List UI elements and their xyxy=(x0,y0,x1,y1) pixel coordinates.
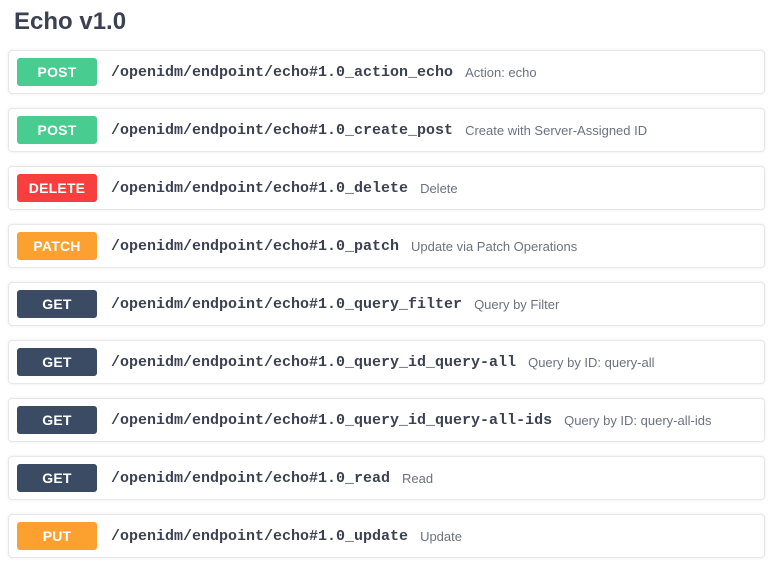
operation-path: /openidm/endpoint/echo#1.0_create_post xyxy=(111,122,453,139)
operation-description: Action: echo xyxy=(465,65,537,80)
operation-path: /openidm/endpoint/echo#1.0_query_filter xyxy=(111,296,462,313)
operation-row[interactable]: GET /openidm/endpoint/echo#1.0_query_fil… xyxy=(8,282,765,326)
operation-description: Update via Patch Operations xyxy=(411,239,577,254)
operation-row[interactable]: PATCH /openidm/endpoint/echo#1.0_patch U… xyxy=(8,224,765,268)
operation-row[interactable]: GET /openidm/endpoint/echo#1.0_query_id_… xyxy=(8,340,765,384)
method-badge: GET xyxy=(17,348,97,376)
operation-path: /openidm/endpoint/echo#1.0_query_id_quer… xyxy=(111,354,516,371)
operation-row[interactable]: POST /openidm/endpoint/echo#1.0_create_p… xyxy=(8,108,765,152)
operation-description: Create with Server-Assigned ID xyxy=(465,123,647,138)
method-badge: PUT xyxy=(17,522,97,550)
operation-description: Update xyxy=(420,529,462,544)
operation-description: Delete xyxy=(420,181,458,196)
method-badge: PATCH xyxy=(17,232,97,260)
method-badge: GET xyxy=(17,406,97,434)
operations-list: POST /openidm/endpoint/echo#1.0_action_e… xyxy=(0,50,773,558)
section-header[interactable]: Echo v1.0 xyxy=(0,0,773,50)
operation-row[interactable]: GET /openidm/endpoint/echo#1.0_read Read xyxy=(8,456,765,500)
operation-row[interactable]: PUT /openidm/endpoint/echo#1.0_update Up… xyxy=(8,514,765,558)
operation-description: Query by ID: query-all-ids xyxy=(564,413,711,428)
section-title: Echo v1.0 xyxy=(14,8,126,35)
operation-path: /openidm/endpoint/echo#1.0_read xyxy=(111,470,390,487)
operation-path: /openidm/endpoint/echo#1.0_action_echo xyxy=(111,64,453,81)
operation-path: /openidm/endpoint/echo#1.0_delete xyxy=(111,180,408,197)
operation-path: /openidm/endpoint/echo#1.0_update xyxy=(111,528,408,545)
method-badge: POST xyxy=(17,58,97,86)
operation-path: /openidm/endpoint/echo#1.0_query_id_quer… xyxy=(111,412,552,429)
method-badge: DELETE xyxy=(17,174,97,202)
operation-description: Query by Filter xyxy=(474,297,559,312)
operation-path: /openidm/endpoint/echo#1.0_patch xyxy=(111,238,399,255)
operation-description: Query by ID: query-all xyxy=(528,355,654,370)
method-badge: POST xyxy=(17,116,97,144)
operation-row[interactable]: DELETE /openidm/endpoint/echo#1.0_delete… xyxy=(8,166,765,210)
operation-row[interactable]: POST /openidm/endpoint/echo#1.0_action_e… xyxy=(8,50,765,94)
method-badge: GET xyxy=(17,464,97,492)
operation-description: Read xyxy=(402,471,433,486)
method-badge: GET xyxy=(17,290,97,318)
operation-row[interactable]: GET /openidm/endpoint/echo#1.0_query_id_… xyxy=(8,398,765,442)
